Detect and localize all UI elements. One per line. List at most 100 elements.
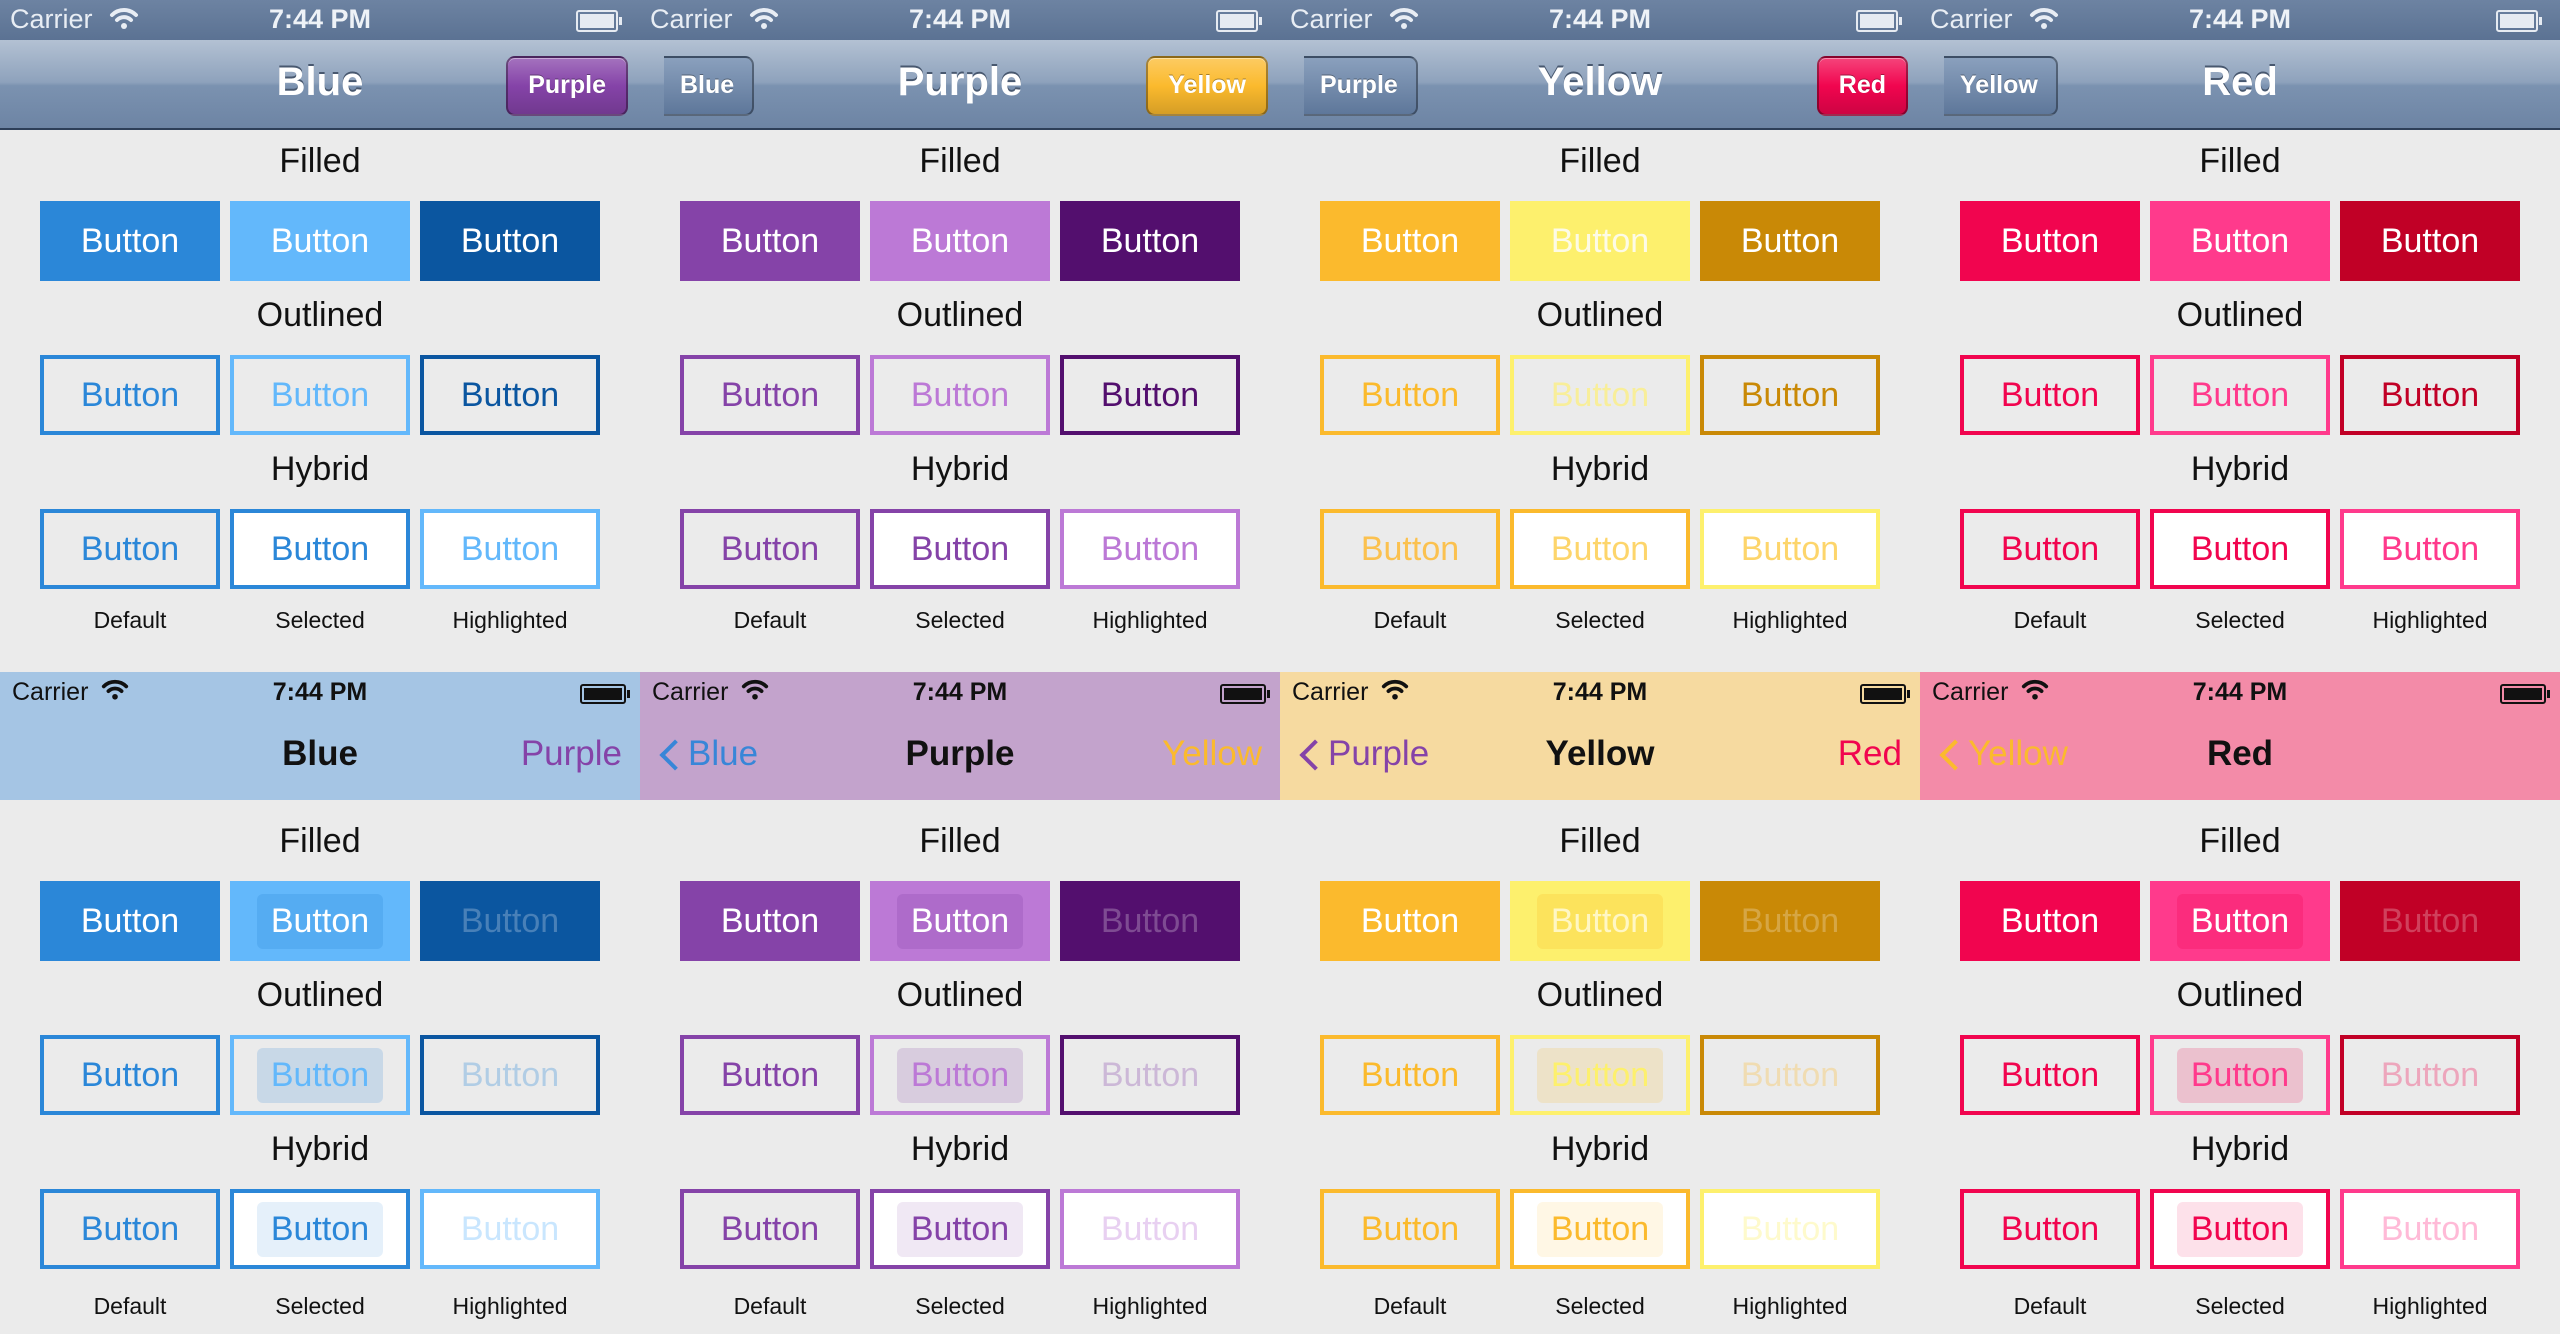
outlined-button-highlighted[interactable]: Button xyxy=(1060,1035,1240,1115)
section-title-outlined: Outlined xyxy=(1536,976,1664,1014)
back-button[interactable]: Purple xyxy=(1298,734,1429,774)
outlined-button-selected[interactable]: Button xyxy=(230,1035,410,1115)
outlined-button-highlighted[interactable]: Button xyxy=(420,1035,600,1115)
outlined-button-selected[interactable]: Button xyxy=(2150,1035,2330,1115)
filled-button-default[interactable]: Button xyxy=(40,201,220,281)
hybrid-button-selected[interactable]: Button xyxy=(1510,1189,1690,1269)
outlined-button-highlighted[interactable]: Button xyxy=(420,355,600,435)
filled-button-default[interactable]: Button xyxy=(1320,201,1500,281)
back-button[interactable]: Purple xyxy=(1304,56,1418,116)
back-button[interactable]: Blue xyxy=(658,734,758,774)
battery-icon xyxy=(2496,10,2542,32)
filled-button-selected[interactable]: Button xyxy=(2150,201,2330,281)
filled-button-selected[interactable]: Button xyxy=(2150,881,2330,961)
hybrid-button-default[interactable]: Button xyxy=(40,1189,220,1269)
hybrid-button-default[interactable]: Button xyxy=(1960,1189,2140,1269)
hybrid-button-selected[interactable]: Button xyxy=(2150,509,2330,589)
state-label-selected: Selected xyxy=(915,1293,1005,1319)
filled-button-default[interactable]: Button xyxy=(1960,881,2140,961)
hybrid-button-default[interactable]: Button xyxy=(1960,509,2140,589)
hybrid-button-highlighted[interactable]: Button xyxy=(420,509,600,589)
next-theme-button[interactable]: Red xyxy=(1838,734,1902,774)
back-button[interactable]: Blue xyxy=(664,56,755,116)
hybrid-button-selected[interactable]: Button xyxy=(1510,509,1690,589)
next-theme-button[interactable]: Purple xyxy=(506,56,628,116)
outlined-button-default[interactable]: Button xyxy=(1960,355,2140,435)
filled-button-highlighted[interactable]: Button xyxy=(420,881,600,961)
filled-button-selected[interactable]: Button xyxy=(870,201,1050,281)
next-theme-button[interactable]: Purple xyxy=(521,734,622,774)
outlined-button-default[interactable]: Button xyxy=(1320,1035,1500,1115)
hybrid-button-highlighted[interactable]: Button xyxy=(1060,1189,1240,1269)
outlined-button-default[interactable]: Button xyxy=(680,355,860,435)
outlined-button-highlighted[interactable]: Button xyxy=(2340,1035,2520,1115)
button-label: Button xyxy=(720,901,820,940)
section-title-hybrid: Hybrid xyxy=(1550,450,1650,488)
hybrid-button-highlighted[interactable]: Button xyxy=(420,1189,600,1269)
hybrid-button-default[interactable]: Button xyxy=(1320,509,1500,589)
button-label: Button xyxy=(2000,901,2100,940)
filled-button-highlighted[interactable]: Button xyxy=(420,201,600,281)
hybrid-button-default[interactable]: Button xyxy=(1320,1189,1500,1269)
filled-button-selected[interactable]: Button xyxy=(230,201,410,281)
filled-button-default[interactable]: Button xyxy=(680,201,860,281)
outlined-button-default[interactable]: Button xyxy=(1960,1035,2140,1115)
outlined-button-highlighted[interactable]: Button xyxy=(1700,355,1880,435)
filled-button-selected[interactable]: Button xyxy=(1510,201,1690,281)
filled-button-highlighted[interactable]: Button xyxy=(1700,881,1880,961)
filled-button-default[interactable]: Button xyxy=(1320,881,1500,961)
back-button[interactable]: Yellow xyxy=(1944,56,2058,116)
hybrid-button-highlighted[interactable]: Button xyxy=(1700,509,1880,589)
filled-button-default[interactable]: Button xyxy=(1960,201,2140,281)
back-button[interactable]: Yellow xyxy=(1938,734,2068,774)
filled-button-highlighted[interactable]: Button xyxy=(1060,201,1240,281)
state-label-highlighted: Highlighted xyxy=(2372,1293,2488,1319)
hybrid-button-highlighted[interactable]: Button xyxy=(2340,509,2520,589)
hybrid-button-selected[interactable]: Button xyxy=(230,509,410,589)
filled-button-highlighted[interactable]: Button xyxy=(2340,201,2520,281)
state-label-selected: Selected xyxy=(2195,607,2285,633)
outlined-button-selected[interactable]: Button xyxy=(230,355,410,435)
outlined-button-highlighted[interactable]: Button xyxy=(1700,1035,1880,1115)
filled-button-selected[interactable]: Button xyxy=(230,881,410,961)
outlined-button-selected[interactable]: Button xyxy=(870,1035,1050,1115)
button-label: Button xyxy=(1360,901,1460,940)
hybrid-button-highlighted[interactable]: Button xyxy=(1060,509,1240,589)
hybrid-button-default[interactable]: Button xyxy=(680,1189,860,1269)
outlined-button-selected[interactable]: Button xyxy=(870,355,1050,435)
outlined-button-default[interactable]: Button xyxy=(680,1035,860,1115)
filled-button-selected[interactable]: Button xyxy=(1510,881,1690,961)
next-theme-button[interactable]: Yellow xyxy=(1162,734,1262,774)
hybrid-button-selected[interactable]: Button xyxy=(870,1189,1050,1269)
hybrid-button-highlighted[interactable]: Button xyxy=(2340,1189,2520,1269)
filled-button-highlighted[interactable]: Button xyxy=(1700,201,1880,281)
outlined-button-default[interactable]: Button xyxy=(1320,355,1500,435)
filled-button-default[interactable]: Button xyxy=(680,881,860,961)
filled-button-highlighted[interactable]: Button xyxy=(1060,881,1240,961)
hybrid-button-default[interactable]: Button xyxy=(40,509,220,589)
button-label: Button xyxy=(720,1055,820,1094)
filled-button-selected[interactable]: Button xyxy=(870,881,1050,961)
hybrid-button-selected[interactable]: Button xyxy=(2150,1189,2330,1269)
navigation-bar: Carrier 7:44 PM Blue Purple xyxy=(0,672,640,800)
battery-icon xyxy=(1216,10,1262,32)
button-label: Button xyxy=(1360,375,1460,414)
outlined-button-default[interactable]: Button xyxy=(40,1035,220,1115)
outlined-button-selected[interactable]: Button xyxy=(1510,355,1690,435)
next-theme-button[interactable]: Red xyxy=(1816,56,1908,116)
filled-button-highlighted[interactable]: Button xyxy=(2340,881,2520,961)
outlined-button-selected[interactable]: Button xyxy=(2150,355,2330,435)
hybrid-button-selected[interactable]: Button xyxy=(230,1189,410,1269)
outlined-button-default[interactable]: Button xyxy=(40,355,220,435)
filled-button-default[interactable]: Button xyxy=(40,881,220,961)
outlined-button-selected[interactable]: Button xyxy=(1510,1035,1690,1115)
hybrid-button-selected[interactable]: Button xyxy=(870,509,1050,589)
button-label: Button xyxy=(1536,1201,1664,1257)
outlined-button-highlighted[interactable]: Button xyxy=(2340,355,2520,435)
outlined-button-highlighted[interactable]: Button xyxy=(1060,355,1240,435)
next-theme-button[interactable]: Yellow xyxy=(1146,56,1268,116)
button-label: Button xyxy=(2000,221,2100,260)
state-label-default: Default xyxy=(93,1293,167,1319)
hybrid-button-default[interactable]: Button xyxy=(680,509,860,589)
hybrid-button-highlighted[interactable]: Button xyxy=(1700,1189,1880,1269)
